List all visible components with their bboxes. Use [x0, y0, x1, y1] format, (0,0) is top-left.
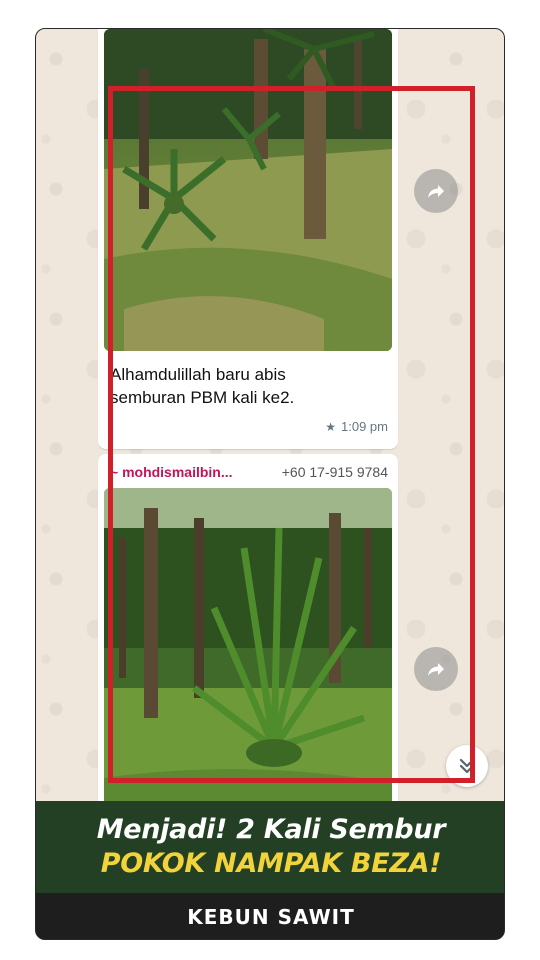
page-label: KEBUN SAWIT — [187, 905, 355, 929]
headline-line: Menjadi! 2 Kali Sembur — [96, 814, 446, 845]
post-card: Alhamdulillah baru abis semburan PBM kal… — [35, 28, 505, 940]
headline-accent-line: POKOK NAMPAK BEZA! — [100, 848, 442, 879]
headline-banner: Menjadi! 2 Kali Sembur POKOK NAMPAK BEZA… — [36, 801, 504, 893]
footer-bar: KEBUN SAWIT — [36, 893, 504, 939]
chat-screenshot: Alhamdulillah baru abis semburan PBM kal… — [36, 29, 504, 814]
highlight-frame — [108, 86, 475, 783]
